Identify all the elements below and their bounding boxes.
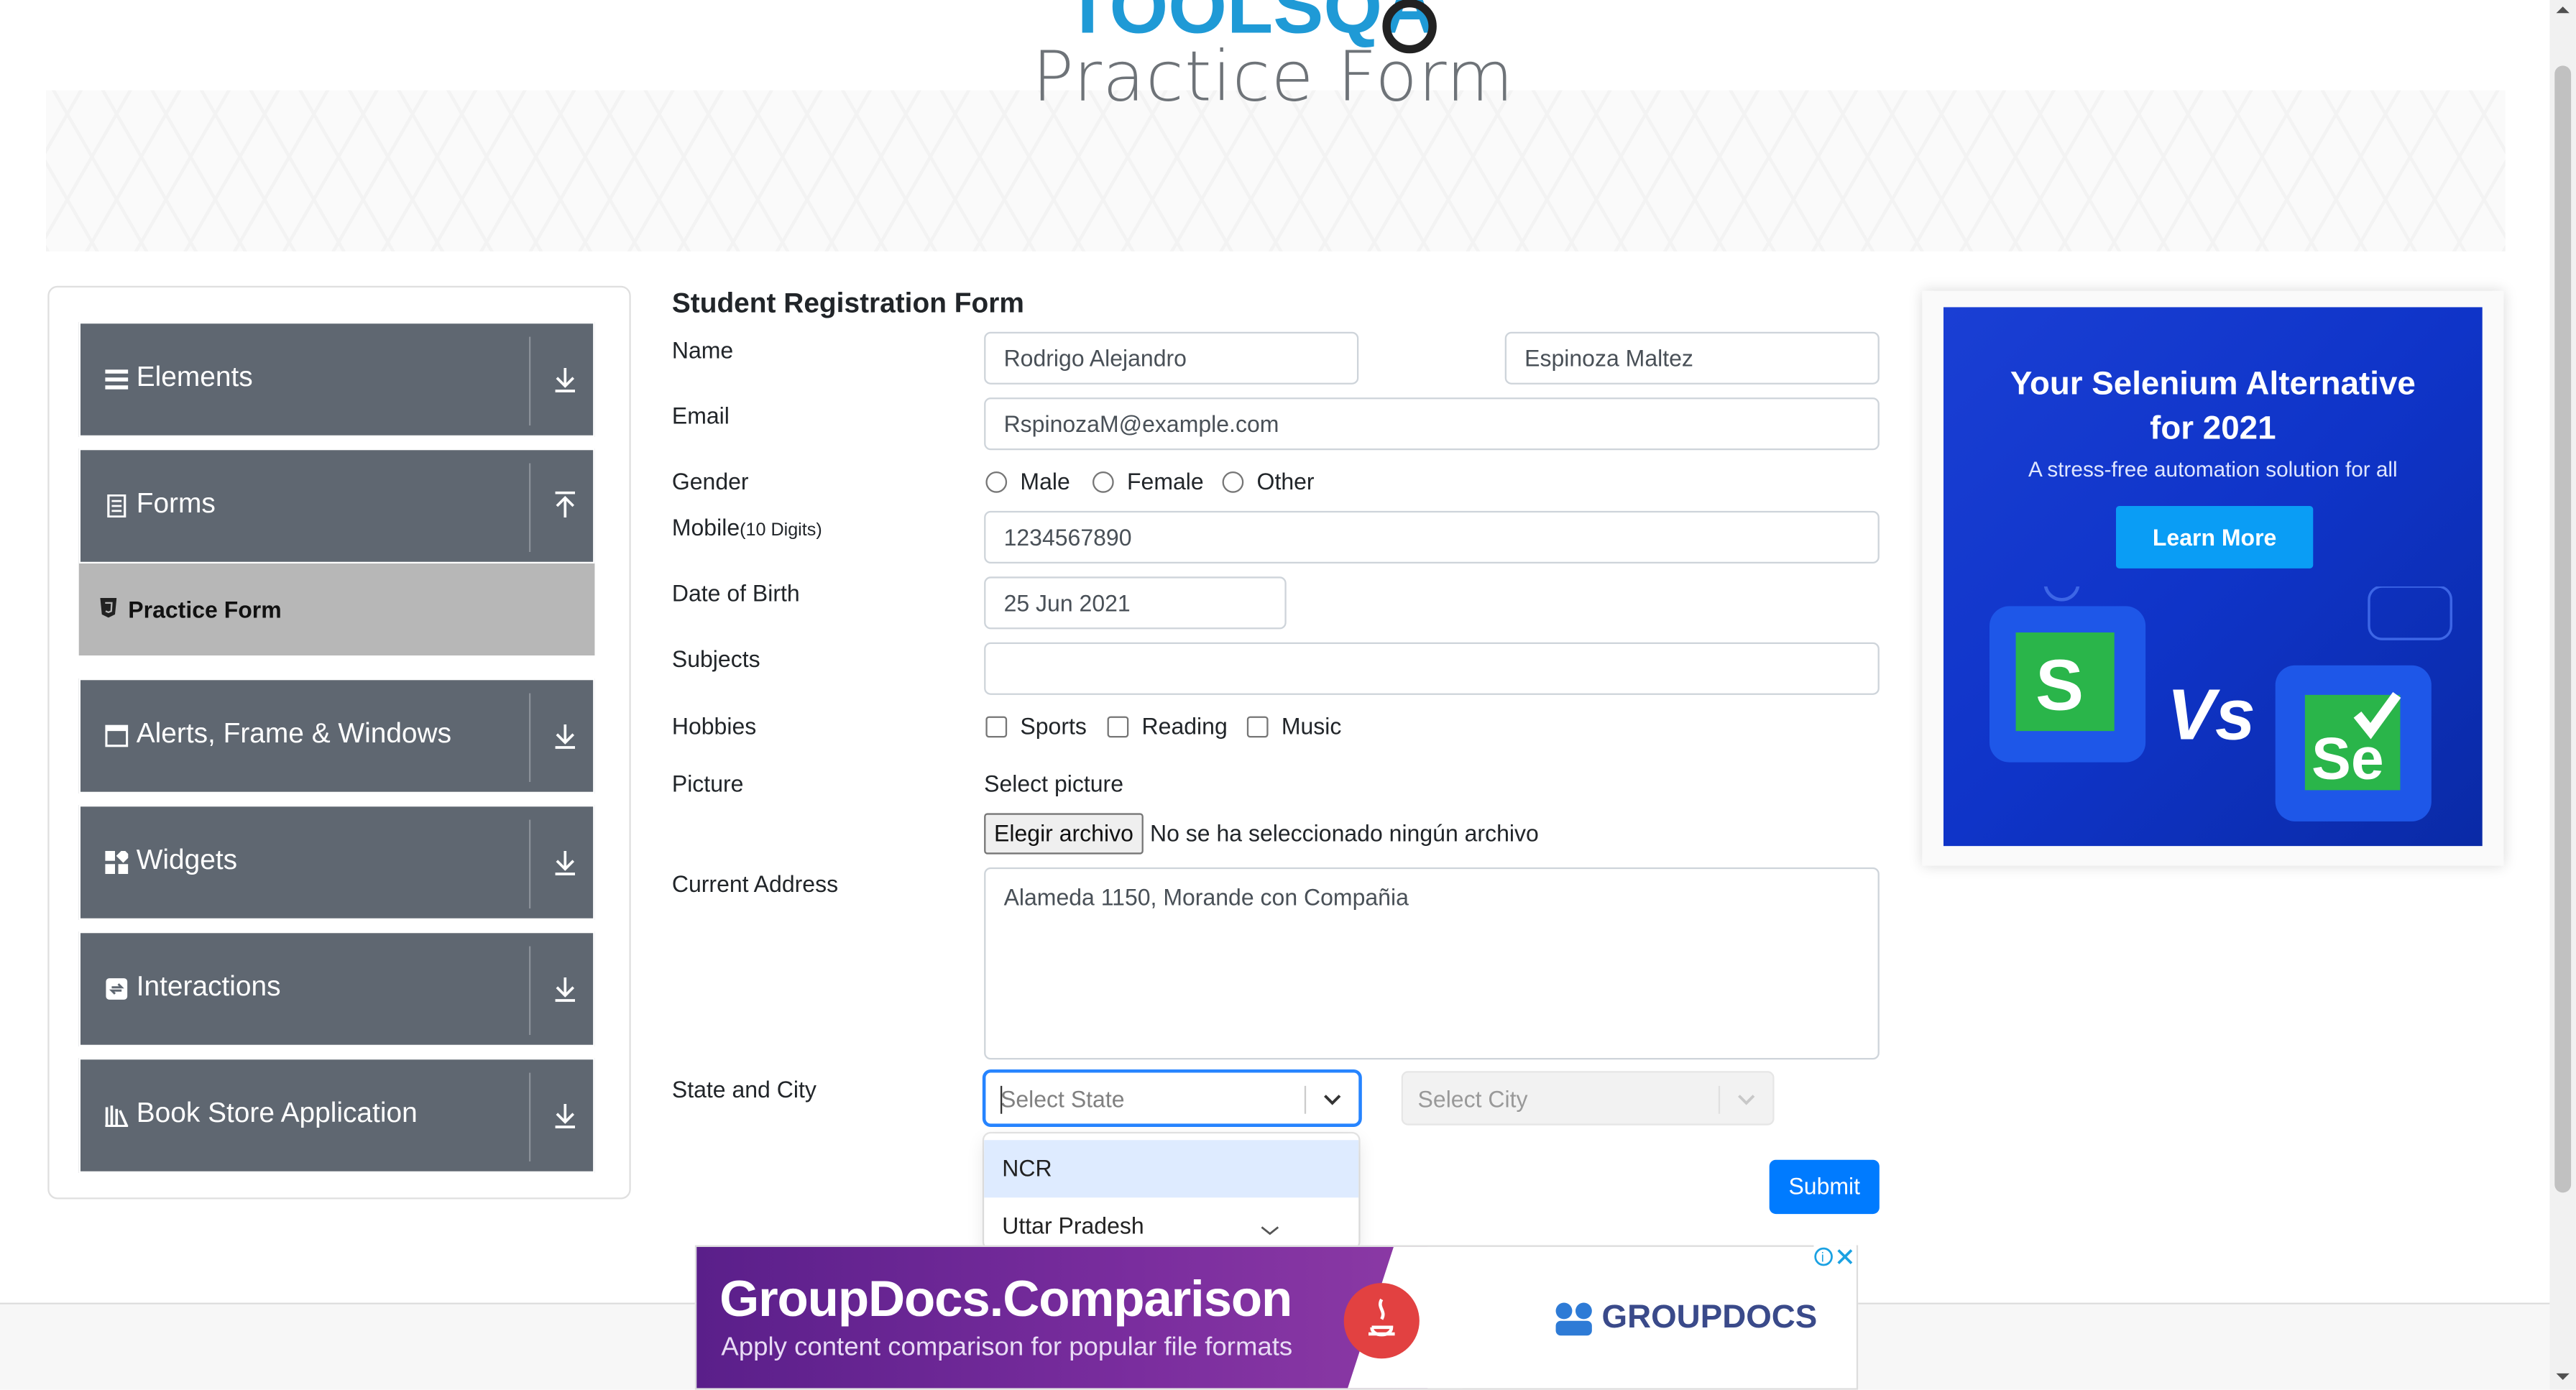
interactions-icon — [106, 978, 128, 1000]
page-title: Practice Form — [1032, 36, 1514, 117]
sidebar-group-interactions[interactable]: Interactions — [78, 931, 595, 1046]
scroll-down-icon — [1261, 1226, 1279, 1235]
gender-female-radio[interactable] — [1092, 471, 1114, 493]
bottom-ad-headline: GroupDocs.Comparison — [719, 1269, 1292, 1327]
download-arrow-icon[interactable] — [552, 1099, 579, 1132]
select-picture-label: Select picture — [984, 770, 1124, 797]
submit-button[interactable]: Submit — [1769, 1159, 1880, 1215]
sidebar-group-book-store[interactable]: Book Store Application — [78, 1057, 595, 1173]
form-icon — [107, 494, 126, 517]
hobby-reading-checkbox[interactable] — [1107, 716, 1129, 738]
chevron-down-icon[interactable] — [1322, 1089, 1342, 1108]
sidebar-group-alerts[interactable]: Alerts, Frame & Windows — [78, 678, 595, 793]
scroll-down-arrow-icon[interactable] — [2554, 1370, 2571, 1383]
sidebar-group-label: Elements — [136, 361, 253, 393]
svg-text:S: S — [2036, 645, 2084, 725]
hobbies-label: Hobbies — [671, 712, 757, 740]
html5-icon — [100, 597, 117, 618]
dob-label: Date of Birth — [671, 579, 800, 607]
sidebar-group-label: Alerts, Frame & Windows — [136, 717, 452, 750]
form-title: Student Registration Form — [671, 287, 1024, 319]
gender-label: Gender — [671, 468, 749, 494]
dob-input[interactable]: 25 Jun 2021 — [984, 576, 1287, 630]
hobby-music-checkbox[interactable] — [1246, 716, 1269, 738]
mobile-label: Mobile(10 Digits) — [672, 514, 822, 540]
hobby-reading-label[interactable]: Reading — [1142, 713, 1228, 740]
choose-file-button[interactable]: Elegir archivo — [984, 813, 1144, 855]
sidebar-item-practice-form[interactable]: Practice Form — [78, 563, 595, 655]
name-label: Name — [671, 336, 734, 364]
gender-other-label[interactable]: Other — [1257, 468, 1315, 494]
picture-label: Picture — [671, 770, 744, 797]
mobile-hint: (10 Digits) — [740, 520, 822, 540]
sidebar-group-label: Widgets — [136, 844, 238, 876]
list-icon — [105, 369, 129, 390]
groupdocs-logo-icon — [1555, 1302, 1592, 1336]
sidebar-group-elements[interactable]: Elements — [78, 321, 595, 437]
state-select[interactable]: Select State — [984, 1071, 1361, 1126]
last-name-input[interactable]: Espinoza Maltez — [1504, 331, 1880, 385]
sidebar: Elements Forms Practice Form Alerts, Fra… — [47, 285, 631, 1200]
bottom-ad[interactable]: GroupDocs.Comparison Apply content compa… — [694, 1245, 1859, 1390]
email-label: Email — [671, 402, 730, 429]
gender-other-radio[interactable] — [1222, 471, 1244, 493]
upload-arrow-icon[interactable] — [552, 489, 579, 523]
download-arrow-icon[interactable] — [552, 972, 579, 1005]
sidebar-group-forms[interactable]: Forms — [78, 448, 595, 563]
sidebar-group-widgets[interactable]: Widgets — [78, 804, 595, 920]
subjects-input[interactable] — [984, 642, 1880, 695]
state-placeholder: Select State — [1000, 1085, 1125, 1113]
current-address-textarea[interactable]: Alameda 1150, Morande con Compañia — [984, 867, 1880, 1060]
ad-vs-text: Vs — [2166, 675, 2255, 756]
ad-subtitle: A stress-free automation solution for al… — [2028, 456, 2398, 482]
scrollbar-thumb[interactable] — [2554, 65, 2572, 1193]
city-select[interactable]: Select City — [1401, 1071, 1775, 1126]
sidebar-item-label: Practice Form — [128, 596, 282, 623]
ad-title: Your Selenium Alternative for 2021 — [2010, 366, 2416, 447]
download-arrow-icon[interactable] — [552, 846, 579, 879]
state-option-ncr[interactable]: NCR — [984, 1140, 1359, 1198]
window-icon — [105, 724, 129, 747]
sidebar-group-label: Book Store Application — [136, 1097, 418, 1129]
mobile-input[interactable]: 1234567890 — [984, 510, 1880, 563]
chevron-down-icon[interactable] — [1736, 1089, 1756, 1108]
address-label: Current Address — [671, 870, 839, 897]
learn-more-button[interactable]: Learn More — [2115, 505, 2314, 569]
gender-male-label[interactable]: Male — [1020, 468, 1070, 494]
sidebar-group-label: Interactions — [136, 970, 281, 1003]
text-caret — [1000, 1085, 1003, 1114]
hobby-sports-label[interactable]: Sports — [1020, 713, 1086, 740]
widgets-icon — [105, 850, 129, 874]
file-status-text: No se ha seleccionado ningún archivo — [1149, 819, 1539, 847]
sidebar-group-label: Forms — [136, 487, 216, 520]
bottom-ad-subline: Apply content comparison for popular fil… — [721, 1333, 1293, 1362]
book-icon — [105, 1105, 129, 1127]
state-dropdown-menu: NCR Uttar Pradesh — [984, 1133, 1359, 1249]
groupdocs-brand: GROUPDOCS — [1601, 1299, 1818, 1336]
subjects-label: Subjects — [671, 645, 760, 672]
gender-female-label[interactable]: Female — [1127, 468, 1204, 494]
hobby-music-label[interactable]: Music — [1282, 713, 1342, 740]
java-icon — [1343, 1283, 1420, 1359]
first-name-input[interactable]: Rodrigo Alejandro — [984, 331, 1359, 385]
city-placeholder: Select City — [1417, 1085, 1528, 1113]
right-ad[interactable]: Your Selenium Alternative for 2021 A str… — [1943, 307, 2483, 847]
email-input[interactable]: RspinozaM@example.com — [984, 397, 1880, 451]
download-arrow-icon[interactable] — [552, 363, 579, 396]
gender-male-radio[interactable] — [985, 471, 1008, 493]
download-arrow-icon[interactable] — [552, 719, 579, 752]
state-option-uttar-pradesh[interactable]: Uttar Pradesh — [984, 1197, 1358, 1248]
state-city-label: State and City — [671, 1076, 816, 1103]
svg-text:i: i — [1821, 1249, 1824, 1264]
hobby-sports-checkbox[interactable] — [985, 716, 1008, 738]
mobile-label-text: Mobile — [671, 514, 740, 540]
scroll-up-icon[interactable] — [2554, 4, 2571, 17]
ad-choices-icon[interactable]: i — [1813, 1245, 1857, 1269]
